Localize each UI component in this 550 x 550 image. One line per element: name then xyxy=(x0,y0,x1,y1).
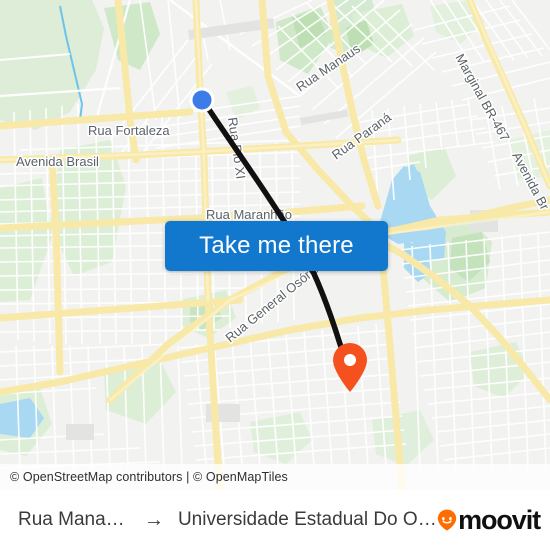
origin-marker[interactable] xyxy=(189,87,215,113)
footer-origin-name: Rua Manaus, ... xyxy=(18,509,130,530)
street-label-avenida-brasil: Avenida Brasil xyxy=(16,154,99,169)
moovit-wordmark: moovit xyxy=(458,504,541,535)
moovit-trip-map-screen: Rua Fortaleza Avenida Brasil Rua Pio XI … xyxy=(0,0,550,550)
take-me-there-label: Take me there xyxy=(199,232,354,259)
take-me-there-button[interactable]: Take me there xyxy=(165,221,388,271)
moovit-logo[interactable]: moovit xyxy=(437,504,541,535)
moovit-pin-icon xyxy=(437,509,457,531)
trip-footer-bar: Rua Manaus, ... → Universidade Estadual … xyxy=(0,490,550,550)
arrow-right-icon: → xyxy=(143,509,164,531)
street-label-rua-fortaleza: Rua Fortaleza xyxy=(88,123,170,138)
map-attribution-bar: © OpenStreetMap contributors | © OpenMap… xyxy=(0,464,550,490)
attribution-text: © OpenStreetMap contributors | © OpenMap… xyxy=(10,470,288,484)
footer-destination-name: Universidade Estadual Do Oeste D... xyxy=(177,509,438,530)
